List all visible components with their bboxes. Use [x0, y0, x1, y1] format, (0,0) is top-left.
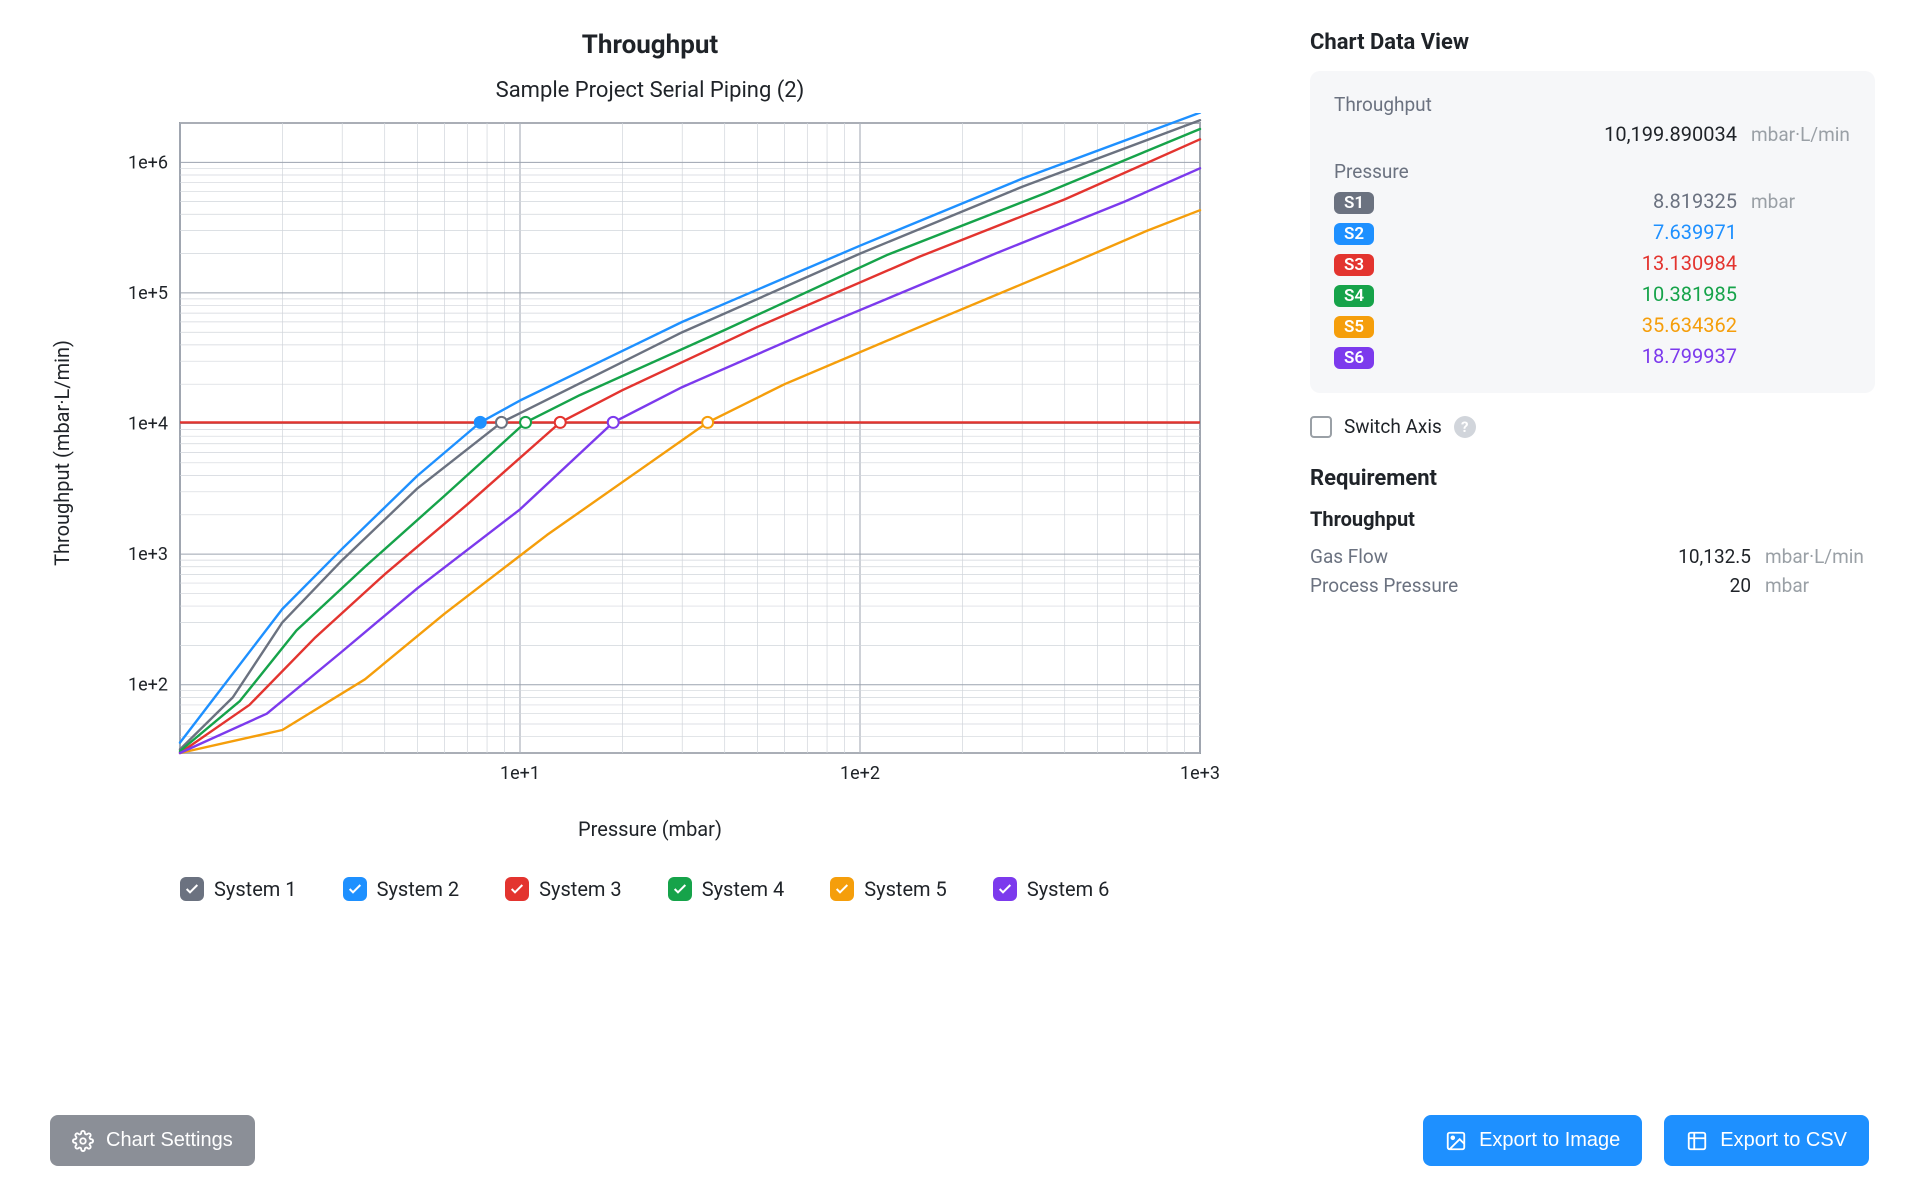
requirement-subtitle: Throughput	[1310, 507, 1875, 531]
chart-subtitle: Sample Project Serial Piping (2)	[50, 78, 1250, 103]
series-tag: S6	[1334, 347, 1374, 369]
chart-y-axis-label: Throughput (mbar·L/min)	[50, 340, 74, 566]
series-value: 10.381985	[1388, 282, 1737, 306]
dv-series-row: S2 7.639971	[1334, 220, 1851, 245]
series-value: 8.819325	[1388, 189, 1737, 213]
legend-item-4[interactable]: System 4	[668, 877, 785, 901]
legend-checkbox-icon	[993, 877, 1017, 901]
requirement-unit: mbar·L/min	[1765, 545, 1875, 568]
legend-label: System 1	[214, 877, 297, 901]
svg-text:1e+3: 1e+3	[1180, 763, 1220, 784]
export-csv-label: Export to CSV	[1720, 1129, 1847, 1152]
dv-series-row: S3 13.130984	[1334, 251, 1851, 276]
requirement-unit: mbar	[1765, 574, 1875, 597]
legend-item-2[interactable]: System 2	[343, 877, 460, 901]
chart-plot-area[interactable]: 1e+1 1e+2 1e+3 1e+2 1e+3 1e+4 1e+5 1e+6	[90, 113, 1220, 793]
export-image-label: Export to Image	[1479, 1129, 1620, 1152]
data-view-title: Chart Data View	[1310, 30, 1875, 55]
svg-text:1e+3: 1e+3	[128, 544, 168, 565]
requirement-title: Requirement	[1310, 466, 1875, 491]
series-tag: S2	[1334, 223, 1374, 245]
legend-label: System 4	[702, 877, 785, 901]
dv-series-row: S1 8.819325 mbar	[1334, 189, 1851, 214]
legend-checkbox-icon	[505, 877, 529, 901]
dv-series-row: S6 18.799937	[1334, 344, 1851, 369]
dv-throughput-label: Throughput	[1334, 93, 1851, 116]
legend-label: System 3	[539, 877, 622, 901]
legend-label: System 6	[1027, 877, 1110, 901]
legend-item-3[interactable]: System 3	[505, 877, 622, 901]
series-value: 18.799937	[1388, 344, 1737, 368]
chart-x-axis-label: Pressure (mbar)	[50, 817, 1250, 841]
svg-text:1e+6: 1e+6	[128, 152, 168, 173]
requirement-value: 10,132.5	[1678, 545, 1751, 568]
legend-label: System 2	[377, 877, 460, 901]
series-value: 7.639971	[1388, 220, 1737, 244]
dv-series-row: S4 10.381985	[1334, 282, 1851, 307]
svg-text:1e+1: 1e+1	[500, 763, 540, 784]
legend-checkbox-icon	[180, 877, 204, 901]
legend-item-1[interactable]: System 1	[180, 877, 297, 901]
export-csv-button[interactable]: Export to CSV	[1664, 1115, 1869, 1166]
requirement-row: Process Pressure 20 mbar	[1310, 574, 1875, 597]
series-tag: S5	[1334, 316, 1374, 338]
export-image-button[interactable]: Export to Image	[1423, 1115, 1642, 1166]
requirement-value: 20	[1730, 574, 1751, 597]
chart-title: Throughput	[50, 30, 1250, 60]
legend-item-6[interactable]: System 6	[993, 877, 1110, 901]
svg-text:1e+2: 1e+2	[128, 675, 168, 696]
legend-checkbox-icon	[343, 877, 367, 901]
legend-label: System 5	[864, 877, 947, 901]
switch-axis-checkbox[interactable]	[1310, 416, 1332, 438]
series-tag: S1	[1334, 192, 1374, 214]
switch-axis-row: Switch Axis ?	[1310, 415, 1875, 438]
series-unit: mbar	[1751, 190, 1851, 213]
svg-text:1e+2: 1e+2	[840, 763, 880, 784]
requirement-row: Gas Flow 10,132.5 mbar·L/min	[1310, 545, 1875, 568]
series-value: 13.130984	[1388, 251, 1737, 275]
chart-data-view-panel: Throughput 10,199.890034 mbar·L/min Pres…	[1310, 71, 1875, 393]
series-value: 35.634362	[1388, 313, 1737, 337]
svg-text:1e+5: 1e+5	[128, 283, 168, 304]
help-icon[interactable]: ?	[1454, 416, 1476, 438]
legend-checkbox-icon	[668, 877, 692, 901]
requirement-label: Gas Flow	[1310, 545, 1664, 568]
legend-checkbox-icon	[830, 877, 854, 901]
gear-icon	[72, 1130, 94, 1152]
dv-throughput-unit: mbar·L/min	[1751, 123, 1851, 146]
dv-pressure-label: Pressure	[1334, 160, 1851, 183]
requirement-label: Process Pressure	[1310, 574, 1716, 597]
chart-settings-label: Chart Settings	[106, 1129, 233, 1152]
legend-item-5[interactable]: System 5	[830, 877, 947, 901]
switch-axis-label: Switch Axis	[1344, 415, 1442, 438]
svg-text:1e+4: 1e+4	[128, 414, 168, 435]
chart-settings-button[interactable]: Chart Settings	[50, 1115, 255, 1166]
series-tag: S3	[1334, 254, 1374, 276]
table-icon	[1686, 1130, 1708, 1152]
series-tag: S4	[1334, 285, 1374, 307]
dv-throughput-value: 10,199.890034	[1334, 122, 1737, 146]
dv-series-row: S5 35.634362	[1334, 313, 1851, 338]
image-icon	[1445, 1130, 1467, 1152]
